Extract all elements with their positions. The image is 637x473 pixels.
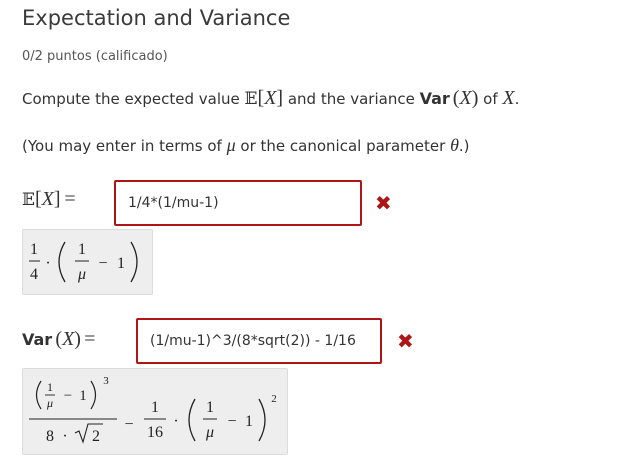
hint-text: (You may enter in terms of μ or the cano… [22,135,470,155]
svg-text:−: − [98,255,107,272]
svg-text:1: 1 [245,413,253,430]
cross-icon: ✖ [375,191,392,215]
variance-label: Var (X) = [22,328,96,350]
expectation-preview: 1 4 · 1 μ − 1 [22,229,153,295]
svg-text:·: · [62,428,67,445]
svg-text:8: 8 [46,428,54,445]
svg-text:1: 1 [79,388,87,404]
svg-text:μ: μ [205,424,214,441]
svg-text:−: − [124,416,133,433]
hint-text-mid: or the canonical parameter [240,137,446,155]
score-label: 0/2 puntos (calificado) [22,49,168,64]
variance-preview: 1 μ − 1 3 8 · 2 − 1 16 · 1 μ − 1 2 [22,368,288,455]
prompt-text-of: of [483,90,498,108]
problem-title: Expectation and Variance [22,6,291,30]
prompt-text-mid: and the variance [287,90,415,108]
problem-prompt: Compute the expected value 𝔼[X] and the … [22,87,520,109]
svg-text:1: 1 [206,399,214,416]
svg-text:−: − [64,388,72,404]
prompt-text-end: . [514,90,520,108]
expectation-input[interactable] [114,180,362,226]
svg-text:·: · [173,413,178,430]
cross-icon: ✖ [397,329,414,353]
svg-text:16: 16 [147,424,163,441]
svg-text:1: 1 [78,241,86,258]
svg-text:1: 1 [151,399,159,416]
expectation-label: 𝔼[X] = [22,188,76,210]
svg-text:2: 2 [271,393,277,405]
prompt-text-start: Compute the expected value [22,90,240,108]
svg-text:μ: μ [77,266,86,283]
svg-text:3: 3 [103,375,109,387]
svg-text:1: 1 [30,241,38,258]
variance-input[interactable] [136,318,382,364]
svg-text:4: 4 [30,266,38,283]
svg-text:1: 1 [47,380,53,394]
svg-text:·: · [45,255,50,272]
svg-text:1: 1 [117,255,125,272]
svg-text:2: 2 [92,428,100,445]
hint-text-end: .) [458,137,470,155]
svg-text:−: − [227,413,236,430]
hint-text-start: (You may enter in terms of [22,137,222,155]
svg-text:μ: μ [46,396,53,410]
